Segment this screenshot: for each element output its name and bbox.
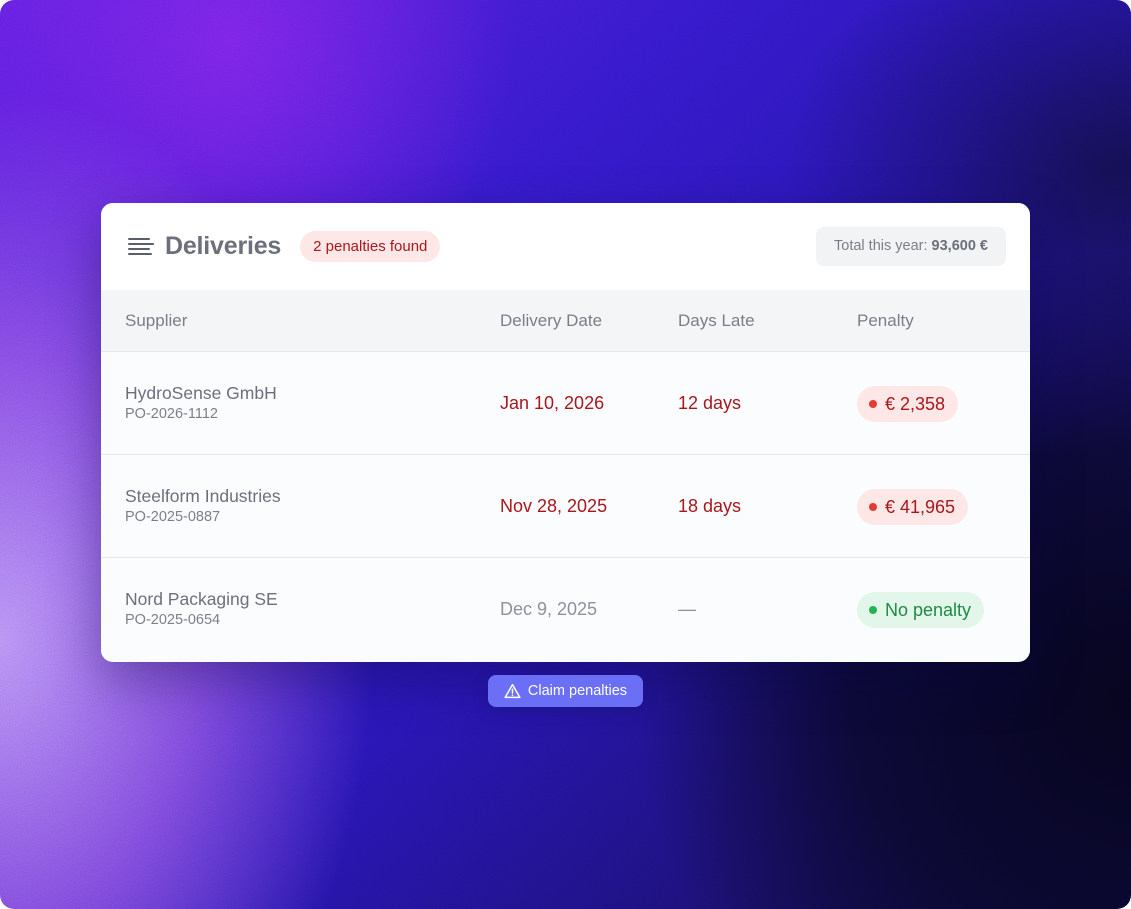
table-row[interactable]: HydroSense GmbH PO-2026-1112 Jan 10, 202…	[101, 352, 1030, 455]
supplier-name: HydroSense GmbH	[125, 383, 277, 403]
page-title: Deliveries	[165, 232, 282, 260]
menu-lines-icon[interactable]	[128, 237, 154, 256]
days-late: —	[678, 599, 696, 619]
penalty-amount-badge: € 41,965	[857, 489, 969, 525]
claim-penalties-button[interactable]: Claim penalties	[488, 675, 643, 707]
column-header-days-late[interactable]: Days Late	[678, 311, 755, 331]
claim-penalties-label: Claim penalties	[527, 683, 628, 699]
column-header-supplier[interactable]: Supplier	[125, 311, 187, 331]
total-value: 93,600 €	[931, 238, 988, 254]
card-header: Deliveries 2 penalties found Total this …	[101, 203, 1030, 290]
total-label: Total this year:	[834, 238, 928, 254]
delivery-date: Dec 9, 2025	[500, 599, 598, 619]
supplier-name: Nord Packaging SE	[125, 589, 278, 609]
column-header-delivery-date[interactable]: Delivery Date	[500, 311, 602, 331]
days-late: 12 days	[678, 393, 742, 413]
penalty-amount-badge: € 2,358	[857, 386, 959, 422]
supplier-name: Steelform Industries	[125, 486, 281, 506]
background-stage: Deliveries 2 penalties found Total this …	[0, 0, 1131, 909]
po-number: PO-2026-1112	[125, 406, 218, 422]
status-dot-icon	[869, 606, 877, 614]
warning-triangle-icon	[504, 683, 521, 699]
table-header: Supplier Delivery Date Days Late Penalty	[101, 290, 1030, 352]
penalty-amount: € 41,965	[885, 497, 956, 517]
table-row[interactable]: Steelform Industries PO-2025-0887 Nov 28…	[101, 455, 1030, 558]
penalty-amount: € 2,358	[885, 394, 946, 414]
penalties-badge: 2 penalties found	[300, 231, 441, 262]
delivery-date: Nov 28, 2025	[500, 496, 608, 516]
po-number: PO-2025-0887	[125, 509, 221, 525]
status-dot-icon	[869, 503, 877, 511]
po-number: PO-2025-0654	[125, 612, 221, 628]
deliveries-card: Deliveries 2 penalties found Total this …	[101, 203, 1030, 662]
no-penalty-badge: No penalty	[857, 592, 985, 628]
column-header-penalty[interactable]: Penalty	[857, 311, 914, 331]
status-dot-icon	[869, 400, 877, 408]
days-late: 18 days	[678, 496, 742, 516]
delivery-date: Jan 10, 2026	[500, 393, 605, 413]
total-this-year: Total this year: 93,600 €	[816, 227, 1006, 266]
penalty-status: No penalty	[885, 600, 972, 620]
table-row[interactable]: Nord Packaging SE PO-2025-0654 Dec 9, 20…	[101, 558, 1030, 661]
